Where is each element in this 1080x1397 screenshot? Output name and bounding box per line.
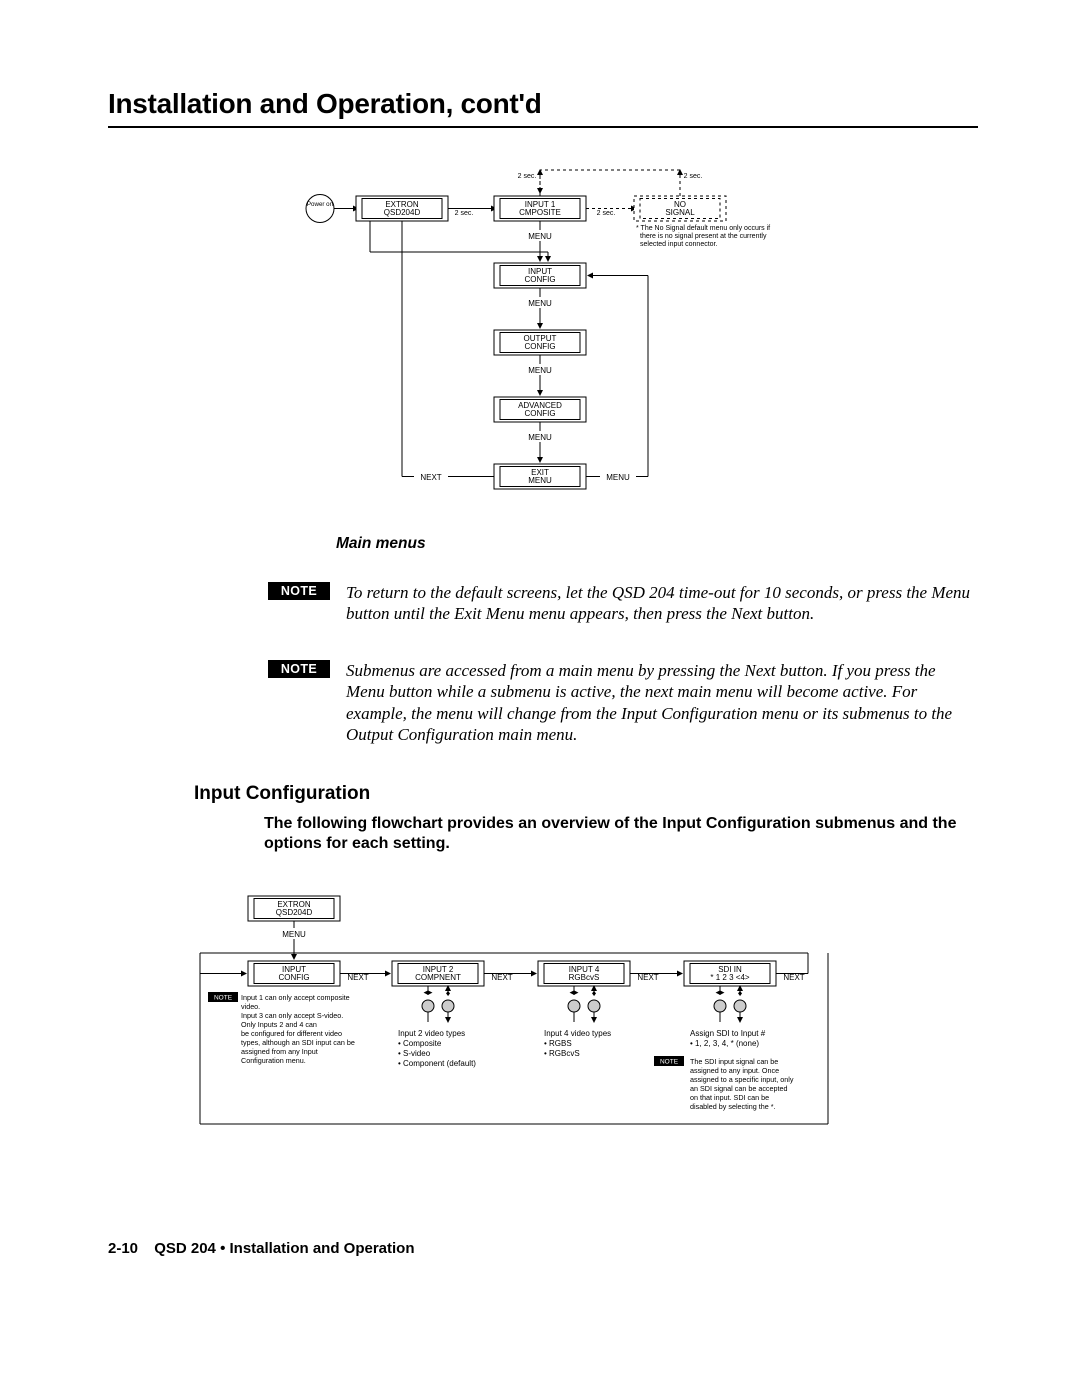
left-note-l7: assigned from any Input: [241, 1047, 318, 1056]
svg-text:◂▸: ◂▸: [569, 987, 579, 997]
right-note-l4: an SDI signal can be accepted: [690, 1084, 788, 1093]
svg-text:♦: ♦: [446, 988, 451, 998]
delay-2sec-top1: 2 sec.: [518, 173, 537, 180]
menu-label-top: MENU: [282, 930, 306, 939]
input-config-l2: CONFIG: [524, 275, 555, 284]
power-on-label: Power on: [307, 201, 334, 208]
note-badge-2: NOTE: [268, 660, 330, 678]
manual-page: Installation and Operation, cont'd Power…: [0, 0, 1080, 1397]
input-config-diagram: EXTRON QSD204D MENU INPUT CONFIG NEXT IN…: [200, 892, 980, 1157]
footer-title: QSD 204 • Installation and Operation: [154, 1240, 414, 1257]
left-note-l5: be configured for different video: [241, 1029, 342, 1038]
delay-2sec-1: 2 sec.: [455, 210, 474, 217]
nosignal-note-l2: there is no signal present at the curren…: [640, 233, 767, 240]
note-2-text: Submenus are accessed from a main menu b…: [346, 660, 976, 745]
menu-label-3: MENU: [528, 366, 552, 375]
page-footer: 2-10 QSD 204 • Installation and Operatio…: [108, 1240, 415, 1257]
left-note-l1: Input 1 can only accept composite: [241, 993, 350, 1002]
note-badge-left: NOTE: [214, 995, 233, 1002]
delay-2sec-top2: 2 sec.: [684, 173, 703, 180]
delay-2sec-2: 2 sec.: [597, 210, 616, 217]
right-note-l6: disabled by selecting the *.: [690, 1102, 776, 1111]
next-1: NEXT: [347, 973, 368, 982]
menu-label-1: MENU: [528, 232, 552, 241]
note-badge-right: NOTE: [660, 1059, 679, 1066]
advanced-config-l2: CONFIG: [524, 409, 555, 418]
main-menus-caption: Main menus: [336, 535, 426, 553]
chapter-rule: [108, 126, 978, 128]
adjust-icon-input4: ◂▸ ♦: [568, 986, 600, 1022]
right-note-l2: assigned to any input. Once: [690, 1066, 779, 1075]
menu-label-loop: MENU: [606, 473, 630, 482]
sdi-box-l2: * 1 2 3 <4>: [710, 973, 749, 982]
chapter-title: Installation and Operation, cont'd: [108, 88, 542, 120]
inp2-t3: • Component (default): [398, 1059, 476, 1068]
sdi-assign-l1: • 1, 2, 3, 4, * (none): [690, 1039, 759, 1048]
sdi-assign-title: Assign SDI to Input #: [690, 1029, 766, 1038]
main-menus-diagram: Power on EXTRON QSD204D 2 sec. INPUT 1 C…: [300, 160, 820, 525]
inp2-types-title: Input 2 video types: [398, 1029, 465, 1038]
next-4: NEXT: [783, 973, 804, 982]
right-note-l1: The SDI input signal can be: [690, 1057, 778, 1066]
adjust-icon-input2: ◂▸ ♦: [422, 986, 454, 1022]
extron-box-l2: QSD204D: [276, 908, 313, 917]
inp4-t2: • RGBcvS: [544, 1049, 580, 1058]
right-note-l5: on that input. SDI can be: [690, 1093, 769, 1102]
next-3: NEXT: [637, 973, 658, 982]
page-number: 2-10: [108, 1240, 138, 1257]
next-label: NEXT: [420, 473, 441, 482]
nosignal-box-l2: SIGNAL: [665, 208, 695, 217]
left-note-l6: types, although an SDI input can be: [241, 1038, 355, 1047]
menu-label-4: MENU: [528, 433, 552, 442]
svg-text:♦: ♦: [738, 988, 743, 998]
inp2-t1: • Composite: [398, 1039, 442, 1048]
output-config-l2: CONFIG: [524, 342, 555, 351]
inp4-types-title: Input 4 video types: [544, 1029, 611, 1038]
menu-label-2: MENU: [528, 299, 552, 308]
svg-text:◂▸: ◂▸: [715, 987, 725, 997]
inp2-t2: • S-video: [398, 1049, 431, 1058]
left-note-l4: Only Inputs 2 and 4 can: [241, 1020, 317, 1029]
note-badge-1: NOTE: [268, 582, 330, 600]
input2-box-l2: COMPNENT: [415, 973, 461, 982]
nosignal-note-l3: selected input connector.: [640, 241, 717, 248]
right-note-l3: assigned to a specific input, only: [690, 1075, 794, 1084]
svg-text:◂▸: ◂▸: [423, 987, 433, 997]
exit-menu-l2: MENU: [528, 476, 552, 485]
input-configuration-heading: Input Configuration: [194, 783, 370, 805]
input1-box-l2: CMPOSITE: [519, 208, 561, 217]
inp4-t1: • RGBS: [544, 1039, 572, 1048]
left-note-l2: video.: [241, 1002, 260, 1011]
adjust-icon-sdi: ◂▸ ♦: [714, 986, 746, 1022]
next-2: NEXT: [491, 973, 512, 982]
extron-box-l2: QSD204D: [384, 208, 421, 217]
input-config-l2: CONFIG: [278, 973, 309, 982]
left-note-l3: Input 3 can only accept S-video.: [241, 1011, 343, 1020]
note-1-text: To return to the default screens, let th…: [346, 582, 976, 625]
nosignal-note-l1: * The No Signal default menu only occurs…: [636, 225, 770, 232]
input4-box-l2: RGBcvS: [569, 973, 600, 982]
left-note-l8: Configuration menu.: [241, 1056, 306, 1065]
svg-text:♦: ♦: [592, 988, 597, 998]
input-configuration-paragraph: The following flowchart provides an over…: [264, 814, 978, 855]
